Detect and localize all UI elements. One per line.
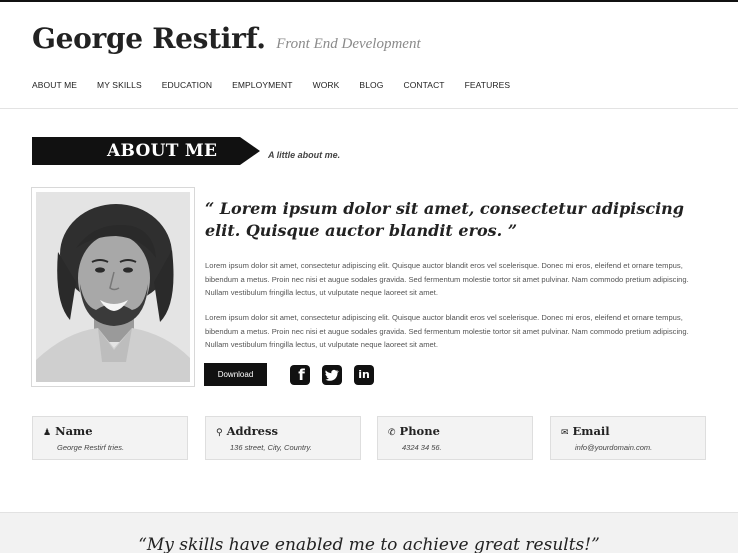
- info-email-value[interactable]: info@yourdomain.com.: [575, 443, 652, 452]
- section-banner: ABOUT ME: [32, 137, 260, 165]
- site-brand[interactable]: George Restirf. Front End Development: [32, 22, 421, 55]
- site-tagline: Front End Development: [276, 36, 421, 52]
- info-card-address: ⚲ Address 136 street, City, Country.: [205, 416, 361, 460]
- nav-item-education[interactable]: EDUCATION: [162, 80, 212, 90]
- twitter-icon[interactable]: [322, 365, 342, 385]
- skills-quote: “My skills have enabled me to achieve gr…: [138, 535, 600, 553]
- envelope-icon: ✉: [561, 428, 569, 438]
- nav-item-features[interactable]: FEATURES: [465, 80, 511, 90]
- person-icon: ♟: [43, 428, 52, 438]
- map-marker-icon: ⚲: [216, 428, 223, 438]
- nav-item-work[interactable]: WORK: [313, 80, 340, 90]
- info-address-value: 136 street, City, Country.: [230, 443, 312, 452]
- info-email-title: Email: [572, 424, 610, 438]
- info-card-phone: ✆ Phone 4324 34 56.: [377, 416, 533, 460]
- nav-item-my-skills[interactable]: MY SKILLS: [97, 80, 142, 90]
- nav-item-employment[interactable]: EMPLOYMENT: [232, 80, 293, 90]
- facebook-icon[interactable]: f: [290, 365, 310, 385]
- nav-item-blog[interactable]: BLOG: [359, 80, 383, 90]
- info-phone-title: Phone: [399, 424, 440, 438]
- info-address-title: Address: [226, 424, 278, 438]
- about-quote: “ Lorem ipsum dolor sit amet, consectetu…: [205, 199, 684, 240]
- main-nav: ABOUT ME MY SKILLS EDUCATION EMPLOYMENT …: [32, 80, 530, 90]
- info-card-name: ♟ Name George Restirf tries.: [32, 416, 188, 460]
- twitter-bird-glyph: [325, 369, 339, 381]
- nav-item-about-me[interactable]: ABOUT ME: [32, 80, 77, 90]
- section-subheading: A little about me.: [268, 150, 341, 160]
- section-heading: ABOUT ME: [107, 141, 218, 161]
- info-card-email: ✉ Email info@yourdomain.com.: [550, 416, 706, 460]
- about-paragraph-2: Lorem ipsum dolor sit amet, consectetur …: [205, 313, 689, 349]
- info-name-value: George Restirf tries.: [57, 443, 125, 452]
- portrait-image: [36, 192, 190, 382]
- nav-item-contact[interactable]: CONTACT: [403, 80, 444, 90]
- linkedin-icon[interactable]: in: [354, 365, 374, 385]
- about-paragraph-1: Lorem ipsum dolor sit amet, consectetur …: [205, 261, 689, 297]
- top-accent-bar: [0, 0, 738, 2]
- info-phone-value: 4324 34 56.: [402, 443, 442, 452]
- profile-photo: [31, 187, 195, 387]
- site-title[interactable]: George Restirf.: [32, 22, 266, 55]
- info-name-title: Name: [55, 424, 93, 438]
- nav-divider: [0, 108, 738, 109]
- phone-icon: ✆: [388, 428, 396, 438]
- download-button[interactable]: Download: [204, 363, 267, 386]
